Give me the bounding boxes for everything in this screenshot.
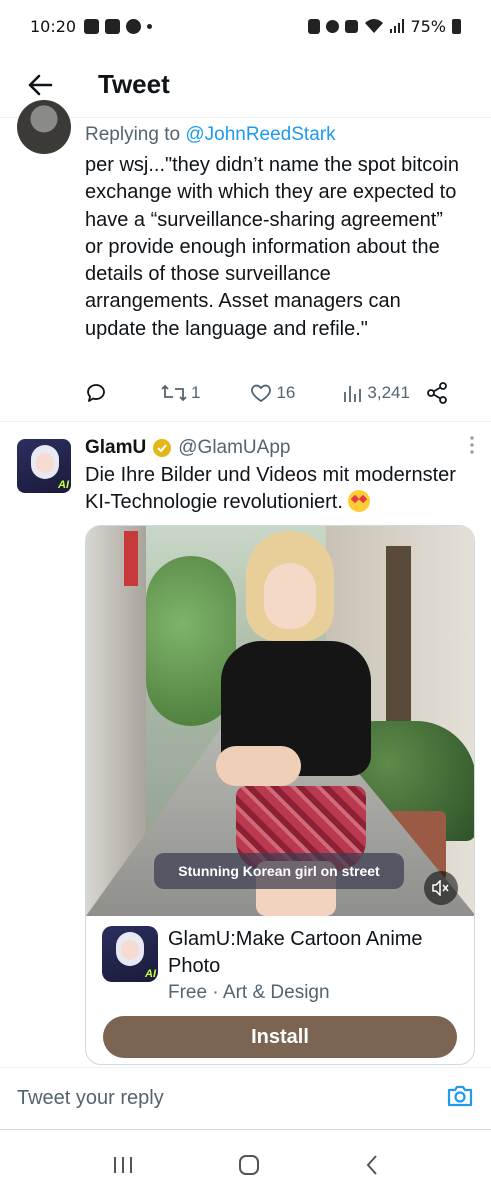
ai-tag: AI	[58, 479, 69, 491]
tweet-text: per wsj..."they didn’t name the spot bit…	[85, 154, 459, 340]
battery-percent: 75%	[410, 16, 446, 36]
like-count: 16	[276, 383, 296, 402]
verified-badge-icon	[153, 439, 172, 457]
app-icon: AI	[102, 926, 158, 982]
gallery-icon	[84, 18, 100, 34]
app-category: Free · Art & Design	[168, 982, 330, 1003]
retweet-count: 1	[191, 383, 201, 402]
recent-apps-icon[interactable]	[111, 1155, 135, 1175]
comment-icon	[87, 384, 105, 402]
heart-icon	[251, 384, 272, 403]
arrow-left-icon	[28, 74, 53, 95]
ai-tag: AI	[145, 968, 156, 980]
mention-link[interactable]: @JohnReedStark	[185, 124, 335, 145]
lock-icon	[308, 18, 321, 34]
promoted-tweet[interactable]: AI GlamU @GlamUApp Die Ihre Bilder und V…	[0, 422, 491, 1068]
retweet-button[interactable]: 1	[161, 383, 200, 403]
more-options-button[interactable]	[469, 435, 475, 461]
tweet-text: Die Ihre Bilder und Videos mit modernste…	[85, 464, 456, 514]
tweet-header: GlamU @GlamUApp	[85, 435, 475, 461]
views-button[interactable]: 3,241	[343, 383, 410, 403]
avatar[interactable]: AI	[17, 439, 71, 493]
retweet-icon	[161, 384, 187, 402]
github-icon	[126, 18, 142, 34]
tweet-actions: 1 16 3,241	[85, 382, 465, 404]
media-caption: Stunning Korean girl on street	[154, 853, 404, 889]
wifi-icon	[365, 19, 384, 33]
share-button[interactable]	[426, 382, 448, 404]
battery-icon	[452, 18, 461, 34]
system-nav-bar	[0, 1130, 491, 1200]
views-count: 3,241	[367, 383, 410, 402]
top-bar: Tweet	[0, 52, 491, 118]
tweet-reply[interactable]: Replying to @JohnReedStark per wsj..."th…	[0, 100, 491, 422]
share-icon	[427, 382, 447, 404]
status-time: 10:20	[30, 16, 77, 36]
mute-icon	[345, 19, 359, 33]
camera-icon	[447, 1085, 473, 1107]
back-nav-icon[interactable]	[364, 1153, 380, 1177]
bar-chart-icon	[344, 386, 362, 402]
app-info[interactable]: AI GlamU:Make Cartoon Anime Photo Free ·…	[102, 926, 458, 1004]
star-struck-emoji-icon	[348, 490, 371, 513]
signal-icon	[390, 19, 405, 33]
app-card[interactable]: Stunning Korean girl on street AI GlamU:…	[85, 525, 475, 1065]
notification-dot-icon	[147, 23, 153, 29]
video-media[interactable]: Stunning Korean girl on street	[86, 526, 474, 916]
install-button[interactable]: Install	[103, 1016, 457, 1058]
mute-button[interactable]	[424, 871, 458, 905]
game-icon	[105, 18, 121, 34]
like-button[interactable]: 16	[250, 383, 295, 403]
status-bar: 10:20 75%	[0, 0, 491, 52]
avatar[interactable]	[17, 100, 71, 154]
speaker-muted-icon	[432, 880, 449, 896]
alarm-icon	[326, 19, 340, 33]
display-name[interactable]: GlamU	[85, 437, 146, 459]
reply-button[interactable]	[85, 382, 107, 404]
app-name: GlamU:Make Cartoon Anime Photo	[168, 928, 423, 977]
page-title: Tweet	[98, 69, 170, 99]
reply-composer[interactable]: Tweet your reply	[0, 1068, 491, 1130]
more-vertical-icon	[470, 436, 474, 454]
reply-input[interactable]: Tweet your reply	[17, 1087, 164, 1110]
camera-button[interactable]	[446, 1084, 474, 1113]
handle[interactable]: @GlamUApp	[178, 437, 290, 459]
home-icon[interactable]	[237, 1153, 261, 1177]
replying-to: Replying to @JohnReedStark	[85, 124, 336, 145]
